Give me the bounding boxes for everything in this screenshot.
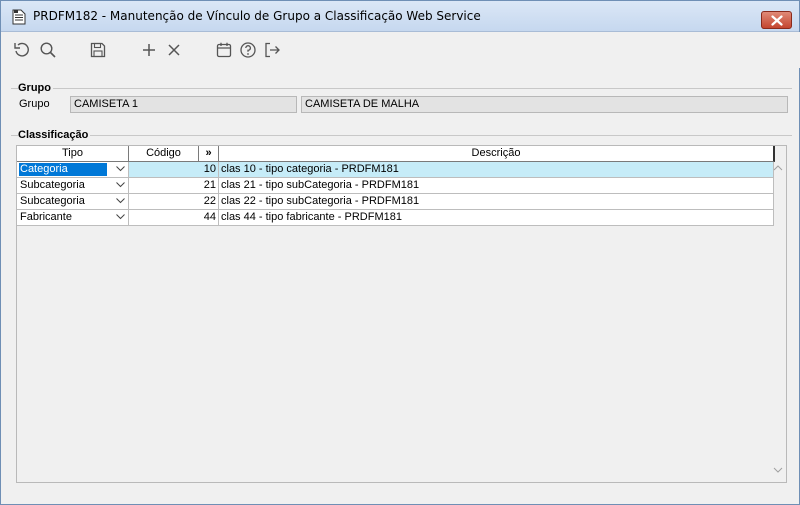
add-icon[interactable] <box>140 41 158 59</box>
grupo-description-field[interactable]: CAMISETA DE MALHA <box>301 96 788 113</box>
table-row[interactable]: Categoria 10 clas 10 - tipo categoria - … <box>17 162 774 178</box>
undo-icon[interactable] <box>13 41 31 59</box>
tipo-dropdown[interactable]: Categoria <box>17 162 129 178</box>
descricao-cell: clas 44 - tipo fabricante - PRDFM181 <box>219 210 774 226</box>
descricao-cell: clas 10 - tipo categoria - PRDFM181 <box>219 162 774 178</box>
grupo-code-field[interactable]: CAMISETA 1 <box>70 96 297 113</box>
help-icon[interactable] <box>239 41 257 59</box>
table-row[interactable]: Subcategoria 21 clas 21 - tipo subCatego… <box>17 178 774 194</box>
exit-icon[interactable] <box>263 41 281 59</box>
toolbar <box>2 32 800 68</box>
classificacao-section-title: Classificação <box>18 129 91 142</box>
scroll-down-arrow-icon[interactable] <box>773 467 783 474</box>
table-row[interactable]: Subcategoria 22 clas 22 - tipo subCatego… <box>17 194 774 210</box>
grupo-label: Grupo <box>19 98 50 110</box>
tipo-value: Subcategoria <box>20 179 85 191</box>
descricao-cell: clas 21 - tipo subCategoria - PRDFM181 <box>219 178 774 194</box>
main-window: PRDFM182 - Manutenção de Vínculo de Grup… <box>0 0 800 505</box>
classificacao-grid: Tipo Código » Descrição Categoria 10 cla… <box>16 145 787 483</box>
chevron-down-icon[interactable] <box>116 166 125 172</box>
codigo-cell[interactable]: 22 <box>129 194 219 210</box>
classificacao-groupbox-border <box>11 135 792 136</box>
save-icon[interactable] <box>89 41 107 59</box>
column-header-tipo[interactable]: Tipo <box>17 146 129 162</box>
codigo-cell[interactable]: 44 <box>129 210 219 226</box>
search-icon[interactable] <box>39 41 57 59</box>
document-icon <box>12 9 26 25</box>
tipo-dropdown[interactable]: Subcategoria <box>17 178 129 194</box>
calendar-icon[interactable] <box>215 41 233 59</box>
tipo-value: Fabricante <box>20 211 72 223</box>
column-header-descricao[interactable]: Descrição <box>219 146 775 162</box>
close-icon <box>771 15 783 26</box>
tipo-value: Categoria <box>19 163 107 176</box>
grupo-section-title: Grupo <box>18 82 53 95</box>
close-button[interactable] <box>761 11 792 29</box>
chevron-down-icon[interactable] <box>116 182 125 188</box>
codigo-cell[interactable]: 10 <box>129 162 219 178</box>
column-header-codigo[interactable]: Código <box>129 146 199 162</box>
descricao-cell: clas 22 - tipo subCategoria - PRDFM181 <box>219 194 774 210</box>
delete-icon[interactable] <box>165 41 183 59</box>
title-bar[interactable]: PRDFM182 - Manutenção de Vínculo de Grup… <box>1 1 799 32</box>
tipo-value: Subcategoria <box>20 195 85 207</box>
chevron-down-icon[interactable] <box>116 214 125 220</box>
codigo-cell[interactable]: 21 <box>129 178 219 194</box>
scroll-up-arrow-icon[interactable] <box>773 164 783 171</box>
grupo-groupbox-border <box>11 88 792 89</box>
tipo-dropdown[interactable]: Subcategoria <box>17 194 129 210</box>
chevron-down-icon[interactable] <box>116 198 125 204</box>
table-row[interactable]: Fabricante 44 clas 44 - tipo fabricante … <box>17 210 774 226</box>
window-title: PRDFM182 - Manutenção de Vínculo de Grup… <box>33 9 481 23</box>
column-header-lookup[interactable]: » <box>199 146 219 162</box>
tipo-dropdown[interactable]: Fabricante <box>17 210 129 226</box>
